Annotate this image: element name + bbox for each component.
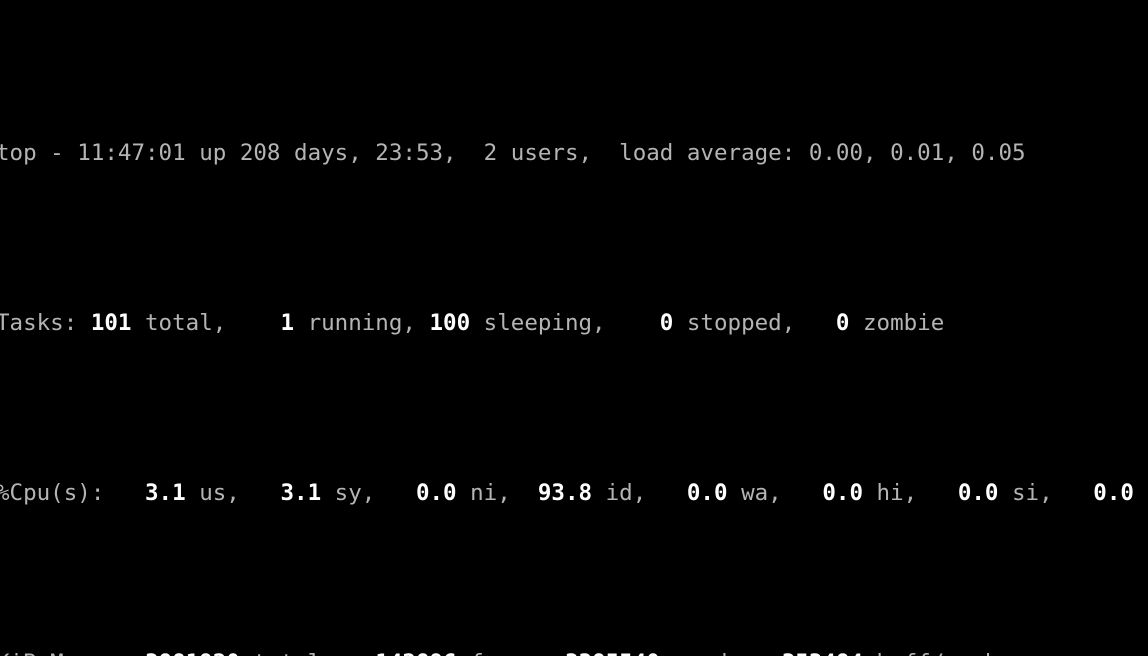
mem-used-label: used, [660,650,755,656]
cpu-st-value: 0.0 [1052,480,1134,506]
tasks-total-label: total, [131,310,240,336]
cpu-sy-value: 3.1 [239,480,322,506]
cpu-id-label: id, [592,480,647,506]
cpu-si-label: si, [998,480,1053,506]
terminal-screen: top - 11:47:01 up 208 days, 23:53, 2 use… [0,0,1148,656]
tasks-stopped-label: stopped, [673,310,809,336]
load-1min: 0.00, [808,140,891,166]
cpu-ni-value: 0.0 [375,480,457,506]
users-count: 2 [470,140,511,166]
mem-buffcache-value: 353484 [755,650,863,656]
mem-free-label: free, [457,650,552,656]
uptime-value: 208 days, 23:53, [239,140,471,166]
tasks-stopped-value: 0 [619,310,674,336]
load-average-label: load average: [619,140,809,166]
terminal-window[interactable]: top - 11:47:01 up 208 days, 23:53, 2 use… [0,0,1148,656]
tasks-zombie-value: 0 [808,310,850,336]
tasks-running-label: running, [294,310,430,336]
mem-total-value: 3881920 [131,650,240,656]
tasks-sleeping-value: 100 [429,310,471,336]
mem-buffcache-label: buff/cache [863,650,1012,656]
users-label: users, [510,140,620,166]
cpu-hi-label: hi, [863,480,918,506]
cpu-us-label: us, [185,480,240,506]
cpu-wa-value: 0.0 [646,480,728,506]
tasks-label: Tasks: [0,310,91,336]
summary-line-memory: KiB Mem : 3881920 total, 142896 free, 33… [0,646,1148,656]
tasks-zombie-label: zombie [849,310,945,336]
cpu-ni-label: ni, [456,480,511,506]
summary-line-cpu: %Cpu(s): 3.1 us, 3.1 sy, 0.0 ni, 93.8 id… [0,476,1148,510]
summary-line-tasks: Tasks: 101 total, 1 running, 100 sleepin… [0,306,1148,340]
cpu-wa-label: wa, [727,480,782,506]
mem-free-value: 142896 [348,650,456,656]
load-15min: 0.05 [971,140,1026,166]
up-label: up [199,140,240,166]
summary-line-uptime: top - 11:47:01 up 208 days, 23:53, 2 use… [0,136,1148,170]
mem-label: KiB Mem : [0,650,131,656]
cpu-si-value: 0.0 [917,480,999,506]
cpu-hi-value: 0.0 [781,480,863,506]
cpu-st-label: st [1134,480,1148,506]
load-5min: 0.01, [890,140,972,166]
current-time: 11:47:01 [77,140,200,166]
program-name: top - [0,140,78,166]
tasks-sleeping-label: sleeping, [470,310,620,336]
mem-total-label: total, [240,650,348,656]
tasks-running-value: 1 [239,310,295,336]
cpu-us-value: 3.1 [117,480,186,506]
mem-used-value: 3385540 [551,650,660,656]
cpu-id-value: 93.8 [510,480,593,506]
cpu-sy-label: sy, [321,480,376,506]
cpu-label: %Cpu(s): [0,480,118,506]
tasks-total-value: 101 [90,310,132,336]
